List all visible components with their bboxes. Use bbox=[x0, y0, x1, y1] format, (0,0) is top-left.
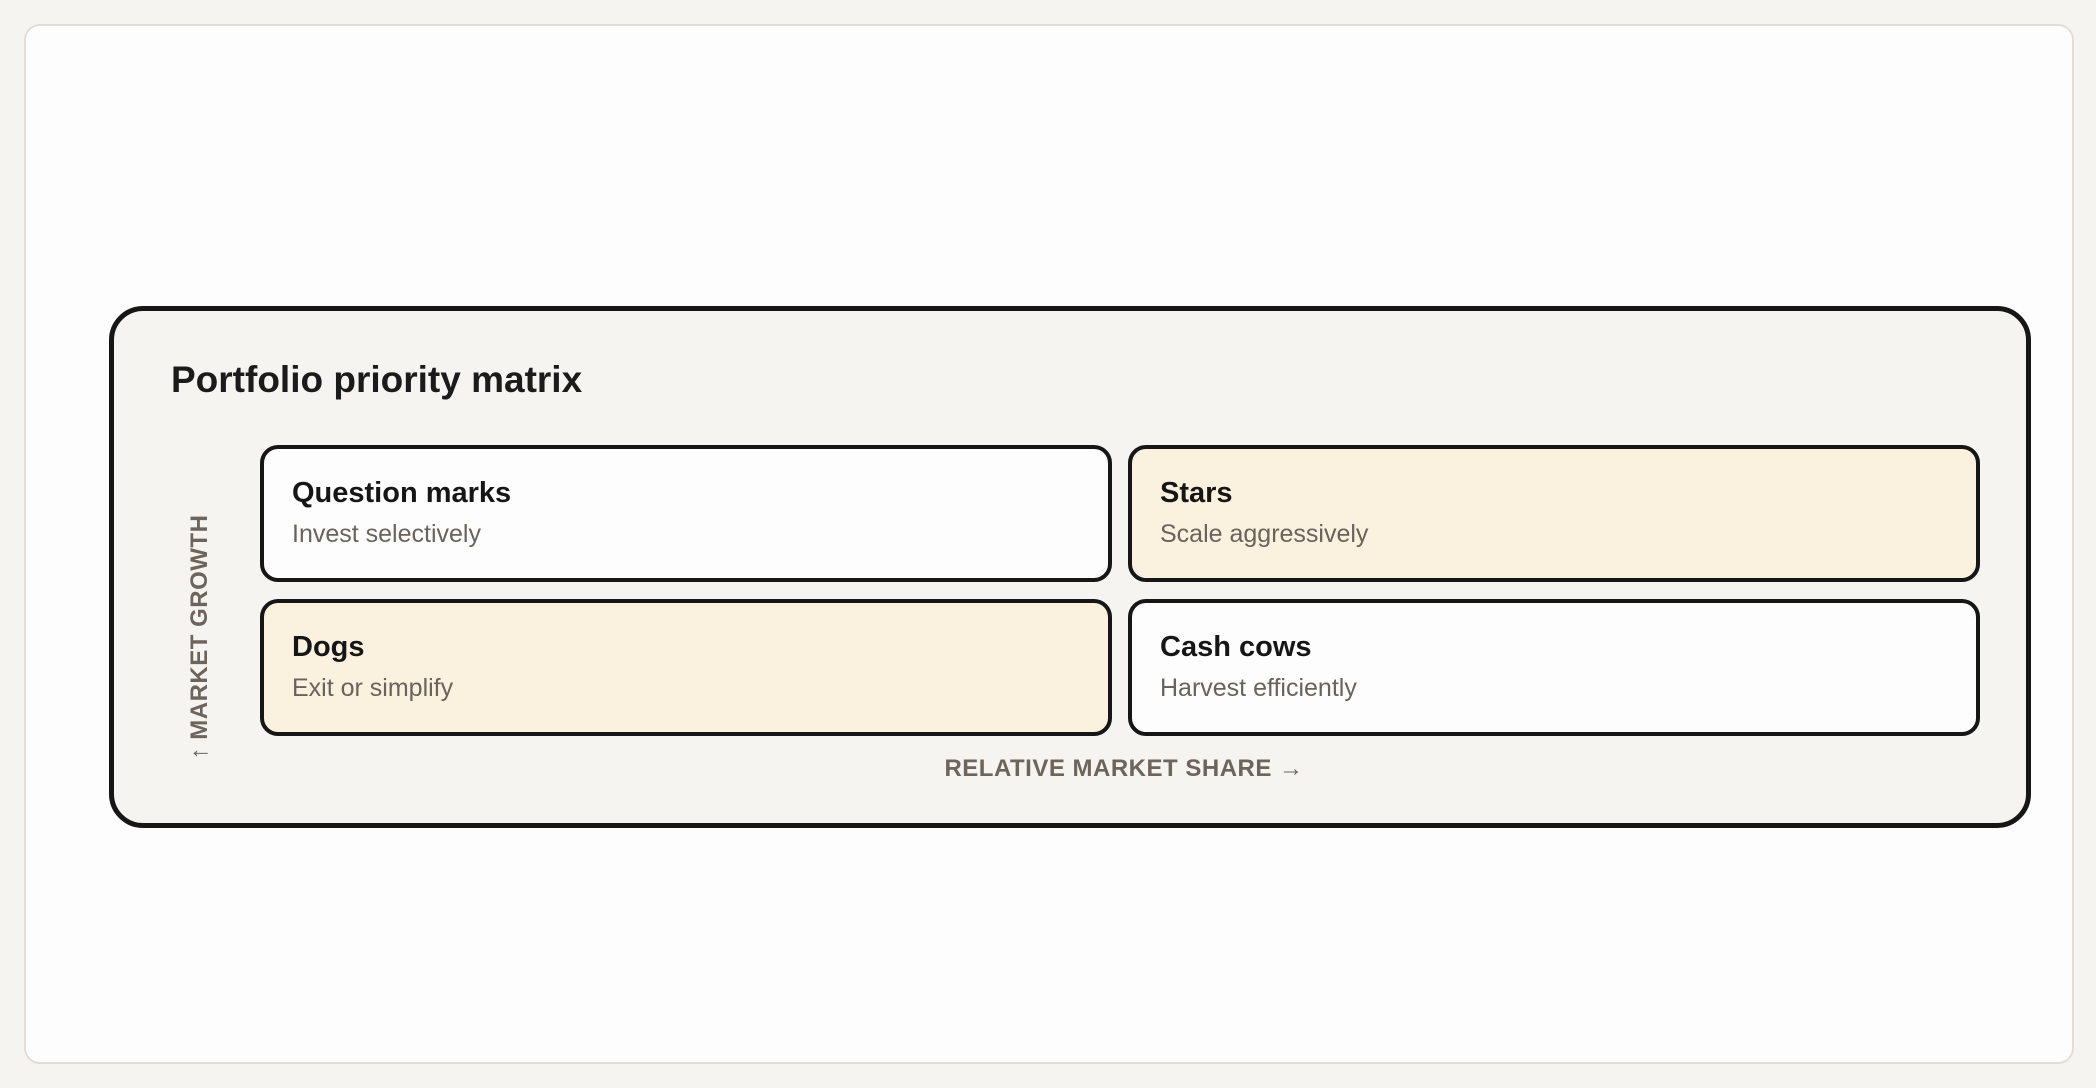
page-frame: Portfolio priority matrix ↑ MARKET GROWT… bbox=[24, 24, 2074, 1064]
quadrant-description: Exit or simplify bbox=[292, 674, 454, 702]
matrix-card: Portfolio priority matrix ↑ MARKET GROWT… bbox=[109, 306, 2031, 828]
quadrant-title: Cash cows bbox=[1160, 631, 1312, 663]
y-axis-label: ↑ MARKET GROWTH bbox=[186, 514, 213, 760]
quadrant-title: Stars bbox=[1160, 477, 1233, 509]
quadrant-description: Harvest efficiently bbox=[1160, 674, 1357, 702]
quadrant-question-marks: Question marks Invest selectively bbox=[260, 445, 1112, 582]
quadrant-title: Dogs bbox=[292, 631, 365, 663]
quadrant-dogs: Dogs Exit or simplify bbox=[260, 599, 1112, 736]
quadrant-cash-cows: Cash cows Harvest efficiently bbox=[1128, 599, 1980, 736]
quadrant-stars: Stars Scale aggressively bbox=[1128, 445, 1980, 582]
quadrant-description: Invest selectively bbox=[292, 520, 481, 548]
x-axis-label: RELATIVE MARKET SHARE → bbox=[944, 755, 1304, 782]
quadrant-description: Scale aggressively bbox=[1160, 520, 1369, 548]
matrix-title: Portfolio priority matrix bbox=[171, 359, 583, 400]
quadrant-title: Question marks bbox=[292, 477, 512, 509]
